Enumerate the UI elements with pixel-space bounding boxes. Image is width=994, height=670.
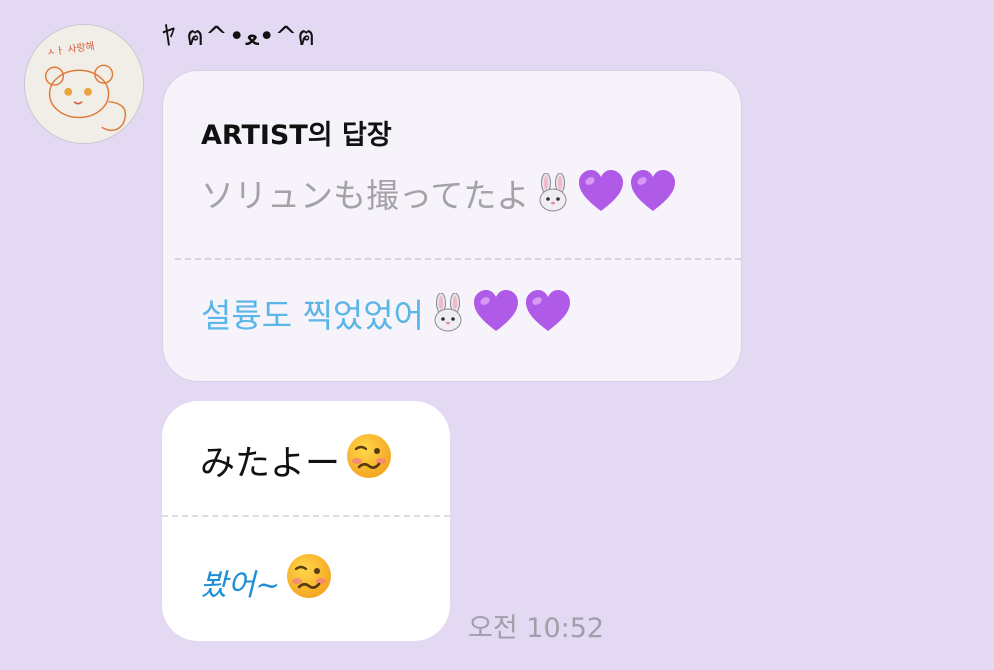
message-text: みたよー (200, 444, 341, 484)
purple-heart-icon (524, 289, 572, 333)
message-translated-text: 봤어~ (200, 568, 281, 603)
rabbit-face-icon (428, 293, 468, 333)
message-timestamp: 오전 10:52 (468, 613, 605, 644)
woozy-face-icon (284, 551, 334, 601)
reply-divider (175, 258, 741, 260)
artist-reply-bubble[interactable]: ARTIST의 답장 ソリュンも撮ってたよ 설륭도 찍었었어 (162, 70, 742, 382)
purple-heart-icon (577, 169, 625, 213)
sender-name: ﾔ ฅ^•ﻌ•^ฅ (162, 21, 317, 52)
message-original-line: みたよー (200, 431, 394, 486)
avatar-drawing-icon: ㅅㅏ 사랑해 (25, 25, 143, 143)
purple-heart-icon (472, 289, 520, 333)
message-bubble[interactable]: みたよー 봤어~ (162, 401, 450, 641)
avatar[interactable]: ㅅㅏ 사랑해 (24, 24, 144, 144)
woozy-face-icon (344, 431, 394, 481)
message-divider (162, 515, 450, 517)
message-translation-line: 봤어~ (200, 551, 334, 604)
reply-original-text: ソリュンも撮ってたよ (201, 176, 530, 215)
rabbit-face-icon (533, 173, 573, 213)
reply-original-line: ソリュンも撮ってたよ (201, 169, 677, 217)
reply-translated-text: 설륭도 찍었었어 (201, 296, 425, 335)
purple-heart-icon (629, 169, 677, 213)
reply-translation-line: 설륭도 찍었었어 (201, 289, 572, 337)
reply-title: ARTIST의 답장 (201, 120, 392, 151)
